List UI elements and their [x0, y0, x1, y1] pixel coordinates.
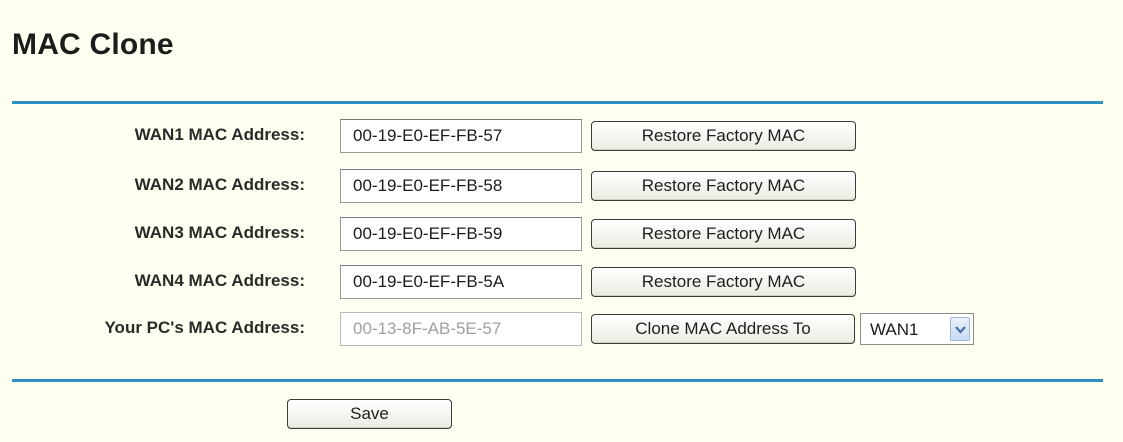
clone-mac-address-button[interactable]: Clone MAC Address To — [591, 314, 855, 344]
wan3-mac-label: WAN3 MAC Address: — [134, 223, 305, 242]
wan2-mac-label: WAN2 MAC Address: — [134, 175, 305, 194]
wan1-mac-input[interactable] — [340, 119, 582, 153]
page-title: MAC Clone — [12, 28, 174, 61]
top-divider — [12, 101, 1103, 104]
clone-target-value: WAN1 — [870, 320, 919, 339]
wan2-row: WAN2 MAC Address: Restore Factory MAC — [0, 169, 1123, 203]
chevron-down-icon[interactable] — [950, 317, 970, 341]
wan3-mac-input[interactable] — [340, 217, 582, 251]
wan4-mac-label: WAN4 MAC Address: — [134, 271, 305, 290]
wan2-mac-input[interactable] — [340, 169, 582, 203]
bottom-divider — [12, 379, 1103, 382]
pc-mac-label: Your PC's MAC Address: — [104, 318, 305, 337]
wan3-restore-factory-mac-button[interactable]: Restore Factory MAC — [591, 219, 856, 249]
wan3-row: WAN3 MAC Address: Restore Factory MAC — [0, 217, 1123, 251]
wan4-row: WAN4 MAC Address: Restore Factory MAC — [0, 265, 1123, 299]
wan1-mac-label: WAN1 MAC Address: — [134, 125, 305, 144]
save-button[interactable]: Save — [287, 399, 452, 429]
wan4-restore-factory-mac-button[interactable]: Restore Factory MAC — [591, 267, 856, 297]
wan1-restore-factory-mac-button[interactable]: Restore Factory MAC — [591, 121, 856, 151]
pc-mac-input — [340, 312, 582, 346]
wan4-mac-input[interactable] — [340, 265, 582, 299]
wan2-restore-factory-mac-button[interactable]: Restore Factory MAC — [591, 171, 856, 201]
clone-target-select[interactable]: WAN1 — [860, 313, 974, 345]
wan1-row: WAN1 MAC Address: Restore Factory MAC — [0, 119, 1123, 153]
pc-mac-row: Your PC's MAC Address: Clone MAC Address… — [0, 312, 1123, 346]
